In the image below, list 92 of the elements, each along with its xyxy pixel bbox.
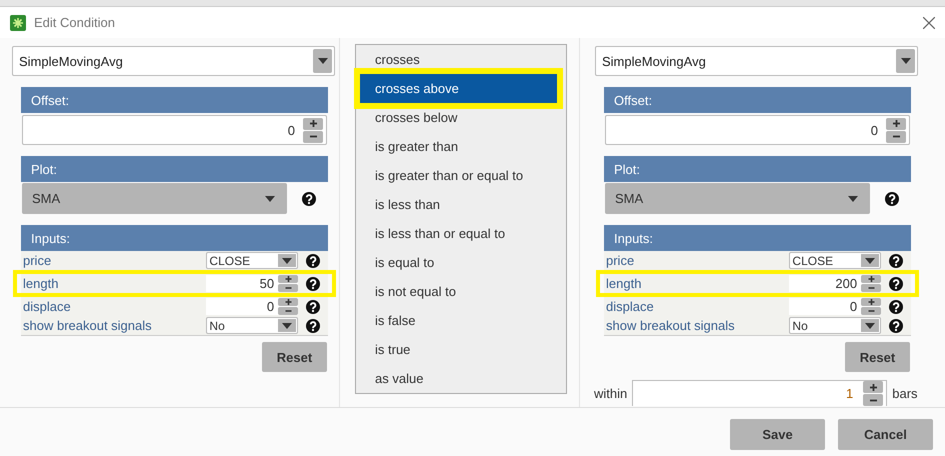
decrement-button[interactable]	[278, 284, 298, 292]
help-icon[interactable]	[306, 254, 320, 268]
plot-select[interactable]: SMA	[22, 183, 287, 214]
help-icon[interactable]	[302, 192, 316, 206]
within-field[interactable]: 1	[846, 386, 854, 401]
increment-button[interactable]	[278, 298, 298, 306]
decrement-button[interactable]	[863, 394, 884, 406]
offset-field[interactable]: 0	[870, 122, 878, 138]
minus-icon	[284, 308, 292, 314]
increment-button[interactable]	[861, 275, 882, 283]
operator-item[interactable]: is greater than or equal to	[356, 161, 566, 190]
caret-icon	[265, 196, 275, 202]
decrement-button[interactable]	[861, 307, 882, 315]
operator-item[interactable]: is greater than	[356, 132, 566, 161]
input-select[interactable]: No	[789, 317, 882, 334]
caret-icon	[282, 258, 292, 264]
operator-item[interactable]: is less than	[356, 190, 566, 219]
offset-field[interactable]: 0	[288, 122, 295, 138]
decrement-button[interactable]	[278, 307, 298, 315]
section-header: Offset:	[604, 87, 911, 113]
section-header: Inputs:	[604, 225, 911, 251]
dialog-button[interactable]: Cancel	[838, 419, 933, 450]
plot-select[interactable]: SMA	[605, 183, 870, 214]
input-label: show breakout signals	[22, 318, 153, 333]
help-icon[interactable]	[889, 254, 904, 268]
input-label: length	[22, 276, 60, 291]
section-header: Plot:	[604, 156, 911, 182]
input-label: displace	[605, 299, 655, 314]
plus-icon	[870, 384, 877, 390]
plus-icon	[284, 299, 292, 305]
caret-icon	[848, 196, 858, 202]
study-select[interactable]: SimpleMovingAvg	[595, 46, 918, 76]
dialog-button[interactable]: Save	[730, 419, 825, 450]
study-select[interactable]: SimpleMovingAvg	[12, 46, 335, 76]
decrement-button[interactable]	[303, 130, 323, 142]
help-icon[interactable]	[306, 318, 320, 332]
operator-item[interactable]: is true	[356, 335, 566, 364]
input-select[interactable]: CLOSE	[789, 252, 882, 269]
help-icon[interactable]	[889, 300, 904, 314]
help-icon[interactable]	[306, 276, 320, 290]
minus-icon	[892, 133, 900, 140]
operator-item[interactable]: as value	[356, 364, 566, 393]
minus-icon	[870, 396, 877, 404]
help-icon[interactable]	[889, 318, 904, 332]
app-logo-icon	[10, 14, 26, 30]
reset-button[interactable]: Reset	[845, 342, 910, 372]
bars-label: bars	[892, 386, 918, 400]
caret-icon	[318, 58, 328, 64]
reset-button[interactable]: Reset	[262, 342, 327, 372]
operator-item[interactable]: is less than or equal to	[356, 219, 566, 248]
minus-icon	[284, 285, 292, 291]
plus-icon	[892, 120, 900, 127]
operator-item[interactable]: is not equal to	[356, 277, 566, 306]
minus-icon	[310, 133, 316, 140]
increment-button[interactable]	[886, 118, 906, 130]
increment-button[interactable]	[861, 298, 882, 306]
help-icon[interactable]	[306, 300, 320, 314]
plus-icon	[310, 120, 316, 127]
input-label: price	[22, 253, 52, 268]
increment-button[interactable]	[278, 275, 298, 283]
input-select[interactable]: CLOSE	[206, 252, 298, 269]
caret-icon	[865, 322, 876, 328]
close-icon[interactable]	[923, 16, 935, 28]
input-label: show breakout signals	[605, 318, 736, 333]
within-label: within	[594, 386, 628, 400]
caret-icon	[282, 322, 292, 328]
section-header: Plot:	[21, 156, 328, 182]
caret-icon	[865, 258, 876, 264]
decrement-button[interactable]	[861, 284, 882, 292]
plus-icon	[868, 276, 875, 282]
section-header: Inputs:	[21, 225, 328, 251]
operator-item[interactable]: crosses	[356, 45, 566, 74]
minus-icon	[868, 308, 875, 314]
input-label: displace	[22, 299, 72, 314]
input-label: length	[605, 276, 642, 291]
input-select[interactable]: No	[206, 317, 298, 334]
increment-button[interactable]	[303, 118, 323, 130]
input-label: price	[605, 253, 636, 268]
decrement-button[interactable]	[886, 130, 906, 142]
increment-button[interactable]	[863, 381, 884, 393]
operator-item[interactable]: crosses below	[356, 103, 566, 132]
caret-icon	[900, 58, 910, 64]
operator-item[interactable]: is false	[356, 306, 566, 335]
window-title: Edit Condition	[34, 15, 116, 30]
minus-icon	[868, 285, 875, 291]
help-icon[interactable]	[889, 276, 904, 290]
plus-icon	[284, 276, 292, 282]
operator-item[interactable]: is equal to	[356, 248, 566, 277]
help-icon[interactable]	[885, 192, 899, 206]
section-header: Offset:	[21, 87, 328, 113]
operator-item[interactable]: crosses above	[360, 74, 557, 103]
plus-icon	[868, 299, 875, 305]
